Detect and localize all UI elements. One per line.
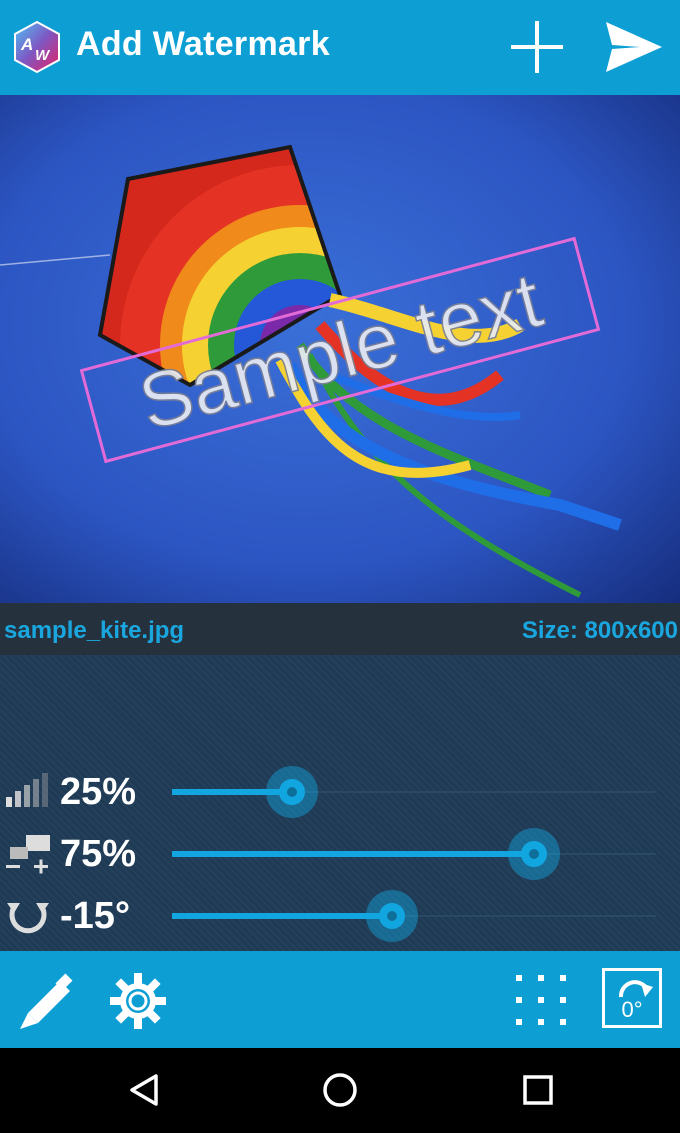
app-title: Add Watermark: [76, 25, 330, 63]
file-name: sample_kite.jpg: [4, 617, 185, 644]
rotate-icon: [7, 903, 49, 934]
opacity-row: 25%: [0, 761, 680, 823]
resize-icon: [6, 835, 50, 874]
recents-icon[interactable]: [518, 1070, 558, 1110]
rotate-zero-label: 0°: [621, 997, 643, 1022]
rotate-zero-button[interactable]: 0°: [602, 968, 662, 1028]
opacity-icon: [6, 773, 48, 807]
app-logo-icon: A W: [14, 20, 60, 74]
home-icon[interactable]: [320, 1070, 360, 1110]
image-preview[interactable]: Sample text: [0, 95, 680, 603]
opacity-value: 25%: [60, 771, 137, 813]
opacity-slider-thumb[interactable]: [266, 766, 318, 818]
image-size: Size: 800x600: [521, 617, 678, 644]
position-grid-icon[interactable]: [510, 971, 572, 1029]
rotation-slider-thumb[interactable]: [366, 890, 418, 942]
size-slider-fill: [172, 851, 534, 857]
opacity-slider[interactable]: [172, 766, 656, 818]
bottom-toolbar: 0°: [0, 951, 680, 1048]
size-row: 75%: [0, 823, 680, 885]
size-slider-thumb[interactable]: [508, 828, 560, 880]
size-value: 75%: [60, 833, 137, 875]
system-nav-bar: [0, 1048, 680, 1133]
gear-icon[interactable]: [108, 971, 168, 1031]
size-slider[interactable]: [172, 828, 656, 880]
rotation-slider-fill: [172, 913, 392, 919]
rotation-row: -15°: [0, 885, 680, 947]
svg-text:W: W: [35, 47, 51, 64]
app-bar: A W Add Watermark: [0, 0, 680, 95]
send-icon[interactable]: [604, 18, 664, 76]
rotate-arrow-icon: [619, 980, 653, 998]
svg-text:A: A: [20, 35, 33, 54]
kite-photo: Sample text: [0, 95, 680, 603]
rotation-slider[interactable]: [172, 890, 656, 942]
back-icon[interactable]: [124, 1070, 164, 1110]
rotation-value: -15°: [60, 895, 131, 937]
file-info-bar: sample_kite.jpg Size: 800x600: [0, 603, 680, 655]
watermark-controls: 25% 75% -15°: [0, 655, 680, 951]
plus-icon[interactable]: [508, 18, 566, 76]
pencil-icon[interactable]: [14, 969, 78, 1033]
